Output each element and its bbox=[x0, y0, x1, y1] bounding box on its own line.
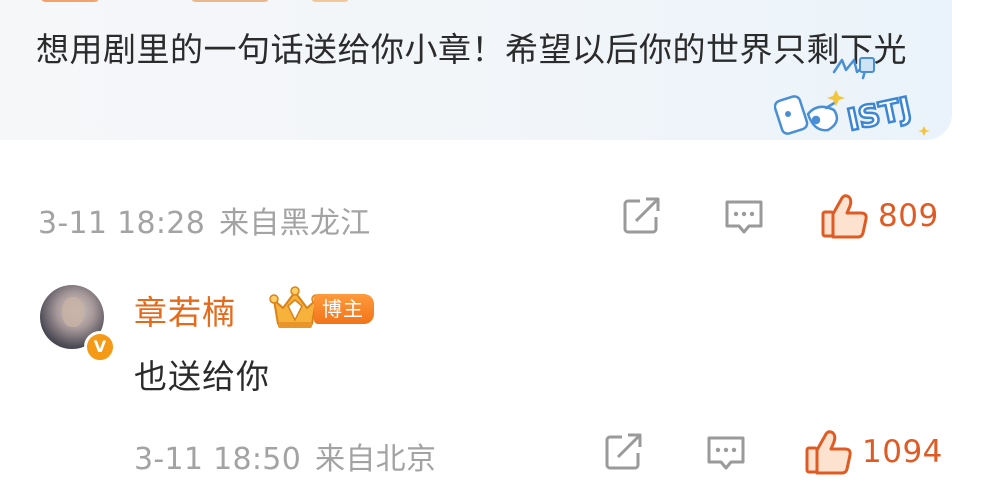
comment-time: 3-11 18:28 bbox=[38, 206, 206, 241]
reply-username[interactable]: 章若楠 bbox=[134, 286, 236, 334]
reply-meta: 3-11 18:50 来自北京 bbox=[134, 434, 436, 478]
share-icon bbox=[605, 433, 642, 470]
comment-share-button[interactable] bbox=[620, 196, 664, 236]
comment-source: 来自黑龙江 bbox=[219, 206, 371, 241]
comment-bubble: 想用剧里的一句话送给你小章！希望以后你的世界只剩下光 ISTJ bbox=[0, 0, 952, 140]
istj-sticker-icon: ISTJ bbox=[774, 57, 930, 140]
sticker-label: ISTJ bbox=[844, 91, 914, 139]
comment-meta: 3-11 18:28 来自黑龙江 bbox=[38, 198, 371, 242]
thumbs-up-icon bbox=[805, 430, 852, 475]
reply-like-count: 1094 bbox=[862, 434, 943, 470]
role-badge: 博主 bbox=[314, 294, 374, 324]
comment-like-button[interactable]: 809 bbox=[820, 192, 939, 240]
comment-icon bbox=[725, 200, 763, 234]
reply-share-button[interactable] bbox=[602, 432, 646, 472]
reply-time: 3-11 18:50 bbox=[134, 442, 302, 477]
comment-reply-button[interactable] bbox=[722, 196, 766, 240]
comment-like-count: 809 bbox=[878, 198, 939, 234]
reply-text: 也送给你 bbox=[134, 357, 270, 396]
reply-source: 来自北京 bbox=[315, 442, 437, 477]
thumbs-up-icon bbox=[821, 194, 868, 239]
comment-icon bbox=[707, 436, 745, 470]
reply-comment-button[interactable] bbox=[704, 432, 748, 476]
verified-badge-icon: V bbox=[84, 331, 116, 363]
cut-off-header bbox=[40, 0, 360, 4]
avatar-face bbox=[62, 297, 84, 327]
share-icon bbox=[623, 197, 660, 234]
reply-like-button[interactable]: 1094 bbox=[804, 428, 943, 476]
